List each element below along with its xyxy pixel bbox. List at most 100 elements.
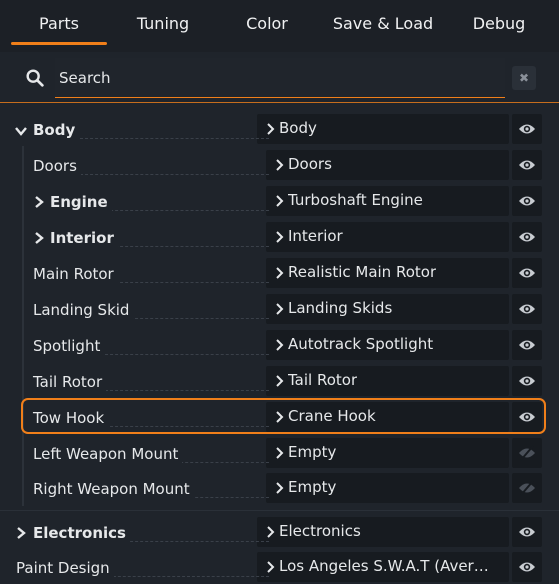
part-select[interactable]: Tail Rotor — [266, 366, 509, 396]
leader-dots — [108, 576, 269, 577]
eye-off-icon — [519, 480, 535, 496]
active-tab-indicator — [11, 42, 107, 45]
visibility-toggle[interactable] — [512, 402, 542, 432]
selected-part: Crane Hook — [288, 407, 376, 425]
tree-row-body: Body Body — [0, 112, 559, 148]
chevron-right-icon — [276, 267, 284, 279]
chevron-right-icon — [276, 411, 284, 423]
part-select[interactable]: Electronics — [257, 517, 509, 547]
visibility-toggle[interactable] — [512, 366, 542, 396]
tree-row-engine: Engine Turboshaft Engine — [0, 184, 559, 220]
eye-icon — [519, 340, 535, 350]
visibility-toggle[interactable] — [512, 114, 542, 144]
leader-dots — [100, 354, 269, 355]
part-label: Paint Design — [16, 559, 114, 577]
eye-icon — [519, 160, 535, 170]
chevron-right-icon[interactable] — [33, 196, 45, 208]
eye-icon — [519, 412, 535, 422]
tree-row-doors: Doors Doors — [0, 148, 559, 184]
part-label: Interior — [50, 229, 118, 247]
selected-part: Interior — [288, 227, 343, 245]
part-select[interactable]: Turboshaft Engine — [266, 186, 509, 216]
part-select[interactable]: Los Angeles S.W.A.T (Avera... — [257, 552, 509, 582]
selected-part: Realistic Main Rotor — [288, 263, 437, 281]
part-label: Engine — [50, 193, 112, 211]
selected-part: Empty — [288, 478, 337, 496]
part-label: Body — [33, 121, 80, 139]
part-select[interactable]: Doors — [266, 150, 509, 180]
part-select[interactable]: Autotrack Spotlight — [266, 330, 509, 360]
search-input[interactable] — [55, 58, 505, 98]
chevron-right-icon — [267, 123, 275, 135]
leader-dots — [80, 138, 269, 139]
visibility-toggle[interactable] — [512, 438, 542, 468]
visibility-toggle[interactable] — [512, 330, 542, 360]
selected-part: Los Angeles S.W.A.T (Avera... — [279, 557, 489, 575]
part-select[interactable]: Empty — [266, 438, 509, 468]
selected-part: Turboshaft Engine — [288, 191, 423, 209]
selected-part: Landing Skids — [288, 299, 393, 317]
visibility-toggle[interactable] — [512, 552, 542, 582]
part-label: Main Rotor — [33, 265, 118, 283]
part-label: Right Weapon Mount — [33, 480, 194, 498]
leader-dots — [170, 462, 269, 463]
tree-row-landing-skid: Landing Skid Landing Skids — [0, 292, 559, 328]
leader-dots — [110, 282, 269, 283]
part-select[interactable]: Landing Skids — [266, 294, 509, 324]
leader-dots — [80, 174, 269, 175]
tab-parts[interactable]: Parts — [20, 14, 98, 44]
search-row: ✖ — [0, 52, 559, 102]
tree-row-right-weapon-mount: Right Weapon Mount Empty — [0, 471, 559, 507]
clear-search-button[interactable]: ✖ — [512, 66, 536, 90]
visibility-toggle[interactable] — [512, 258, 542, 288]
part-select[interactable]: Realistic Main Rotor — [266, 258, 509, 288]
visibility-toggle[interactable] — [512, 473, 542, 503]
chevron-right-icon — [276, 482, 284, 494]
chevron-right-icon[interactable] — [15, 527, 27, 539]
chevron-right-icon — [267, 561, 275, 573]
tab-debug[interactable]: Debug — [462, 14, 536, 44]
chevron-right-icon — [276, 375, 284, 387]
tab-save-load[interactable]: Save & Load — [328, 14, 438, 44]
part-select[interactable]: Empty — [266, 473, 509, 503]
chevron-right-icon — [276, 303, 284, 315]
tab-color[interactable]: Color — [232, 14, 302, 44]
tab-tuning[interactable]: Tuning — [120, 14, 206, 44]
visibility-toggle[interactable] — [512, 186, 542, 216]
leader-dots — [120, 541, 269, 542]
part-label: Electronics — [33, 524, 130, 542]
part-label: Left Weapon Mount — [33, 445, 183, 463]
tree-row-tow-hook: Tow Hook Crane Hook — [0, 400, 559, 436]
selected-part: Doors — [288, 155, 332, 173]
leader-dots — [125, 318, 269, 319]
part-label: Landing Skid — [33, 301, 134, 319]
part-select[interactable]: Interior — [266, 222, 509, 252]
leader-dots — [105, 426, 269, 427]
leader-dots — [100, 210, 269, 211]
chevron-right-icon — [276, 339, 284, 351]
eye-icon — [519, 527, 535, 537]
part-label: Doors — [33, 157, 81, 175]
part-select[interactable]: Body — [257, 114, 509, 144]
eye-icon — [519, 232, 535, 242]
eye-off-icon — [519, 445, 535, 461]
visibility-toggle[interactable] — [512, 517, 542, 547]
tree-row-electronics: Electronics Electronics — [0, 515, 559, 551]
tree-row-main-rotor: Main Rotor Realistic Main Rotor — [0, 256, 559, 292]
part-label: Tow Hook — [33, 409, 109, 427]
chevron-right-icon — [276, 447, 284, 459]
visibility-toggle[interactable] — [512, 294, 542, 324]
tab-bar: Parts Tuning Color Save & Load Debug — [0, 0, 559, 52]
selected-part: Empty — [288, 443, 337, 461]
chevron-right-icon — [276, 159, 284, 171]
chevron-down-icon[interactable] — [15, 125, 27, 137]
part-select[interactable]: Crane Hook — [266, 402, 509, 432]
chevron-right-icon — [276, 195, 284, 207]
visibility-toggle[interactable] — [512, 222, 542, 252]
tree-row-spotlight: Spotlight Autotrack Spotlight — [0, 328, 559, 364]
chevron-right-icon[interactable] — [33, 232, 45, 244]
part-label: Tail Rotor — [33, 373, 107, 391]
tree-row-tail-rotor: Tail Rotor Tail Rotor — [0, 364, 559, 400]
visibility-toggle[interactable] — [512, 150, 542, 180]
chevron-right-icon — [276, 231, 284, 243]
